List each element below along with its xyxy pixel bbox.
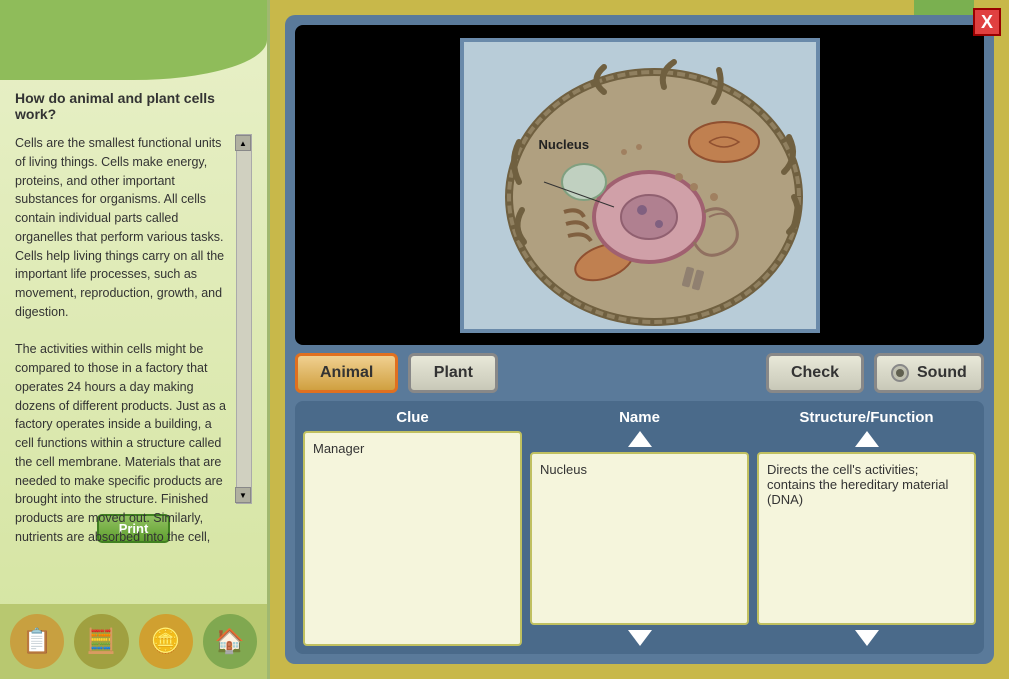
sound-button[interactable]: Sound <box>874 353 984 393</box>
main-panel: Nucleus Animal Plant Check Sound Clue Ma… <box>285 15 994 664</box>
close-button[interactable]: X <box>973 8 1001 36</box>
coins-icon[interactable]: 🪙 <box>139 614 193 669</box>
body-paragraph-2: The activities within cells might be com… <box>15 340 232 546</box>
cell-image-area: Nucleus <box>295 25 984 345</box>
scroll-up-button[interactable]: ▲ <box>235 135 251 151</box>
cell-image-frame: Nucleus <box>460 38 820 333</box>
clue-field[interactable]: Manager <box>303 431 522 646</box>
nucleus-label: Nucleus <box>539 137 590 152</box>
plant-button[interactable]: Plant <box>408 353 498 393</box>
left-panel-top <box>0 0 267 80</box>
question-title: How do animal and plant cells work? <box>15 90 252 122</box>
name-header: Name <box>619 409 660 426</box>
data-section: Clue Manager Name Nucleus Structure/Func… <box>295 401 984 654</box>
check-button[interactable]: Check <box>766 353 864 393</box>
structure-header: Structure/Function <box>799 409 933 426</box>
structure-column: Structure/Function Directs the cell's ac… <box>757 409 976 646</box>
scrollbar-track[interactable]: ▲ ▼ <box>236 134 252 504</box>
sound-radio <box>891 364 909 382</box>
left-panel: How do animal and plant cells work? Cell… <box>0 0 270 679</box>
body-paragraph-1: Cells are the smallest functional units … <box>15 134 232 322</box>
text-area-container: Cells are the smallest functional units … <box>15 134 252 504</box>
name-arrow-up[interactable] <box>628 431 652 447</box>
scroll-down-button[interactable]: ▼ <box>235 487 251 503</box>
name-column: Name Nucleus <box>530 409 749 646</box>
animal-button[interactable]: Animal <box>295 353 398 393</box>
structure-field[interactable]: Directs the cell's activities; contains … <box>757 452 976 625</box>
structure-arrow-down[interactable] <box>855 630 879 646</box>
sound-radio-inner <box>896 369 904 377</box>
calculator-icon[interactable]: 🧮 <box>74 614 128 669</box>
sound-label: Sound <box>917 364 967 382</box>
name-arrow-down[interactable] <box>628 630 652 646</box>
cell-svg <box>464 42 820 333</box>
name-field[interactable]: Nucleus <box>530 452 749 625</box>
clue-header: Clue <box>396 409 429 426</box>
clipboard-icon[interactable]: 📋 <box>10 614 64 669</box>
bottom-icons-bar: 📋 🧮 🪙 🏠 <box>0 604 267 679</box>
clue-column: Clue Manager <box>303 409 522 646</box>
body-text: Cells are the smallest functional units … <box>15 134 252 547</box>
controls-row: Animal Plant Check Sound <box>295 353 984 393</box>
structure-arrow-up[interactable] <box>855 431 879 447</box>
left-content: How do animal and plant cells work? Cell… <box>0 80 267 604</box>
home-icon[interactable]: 🏠 <box>203 614 257 669</box>
